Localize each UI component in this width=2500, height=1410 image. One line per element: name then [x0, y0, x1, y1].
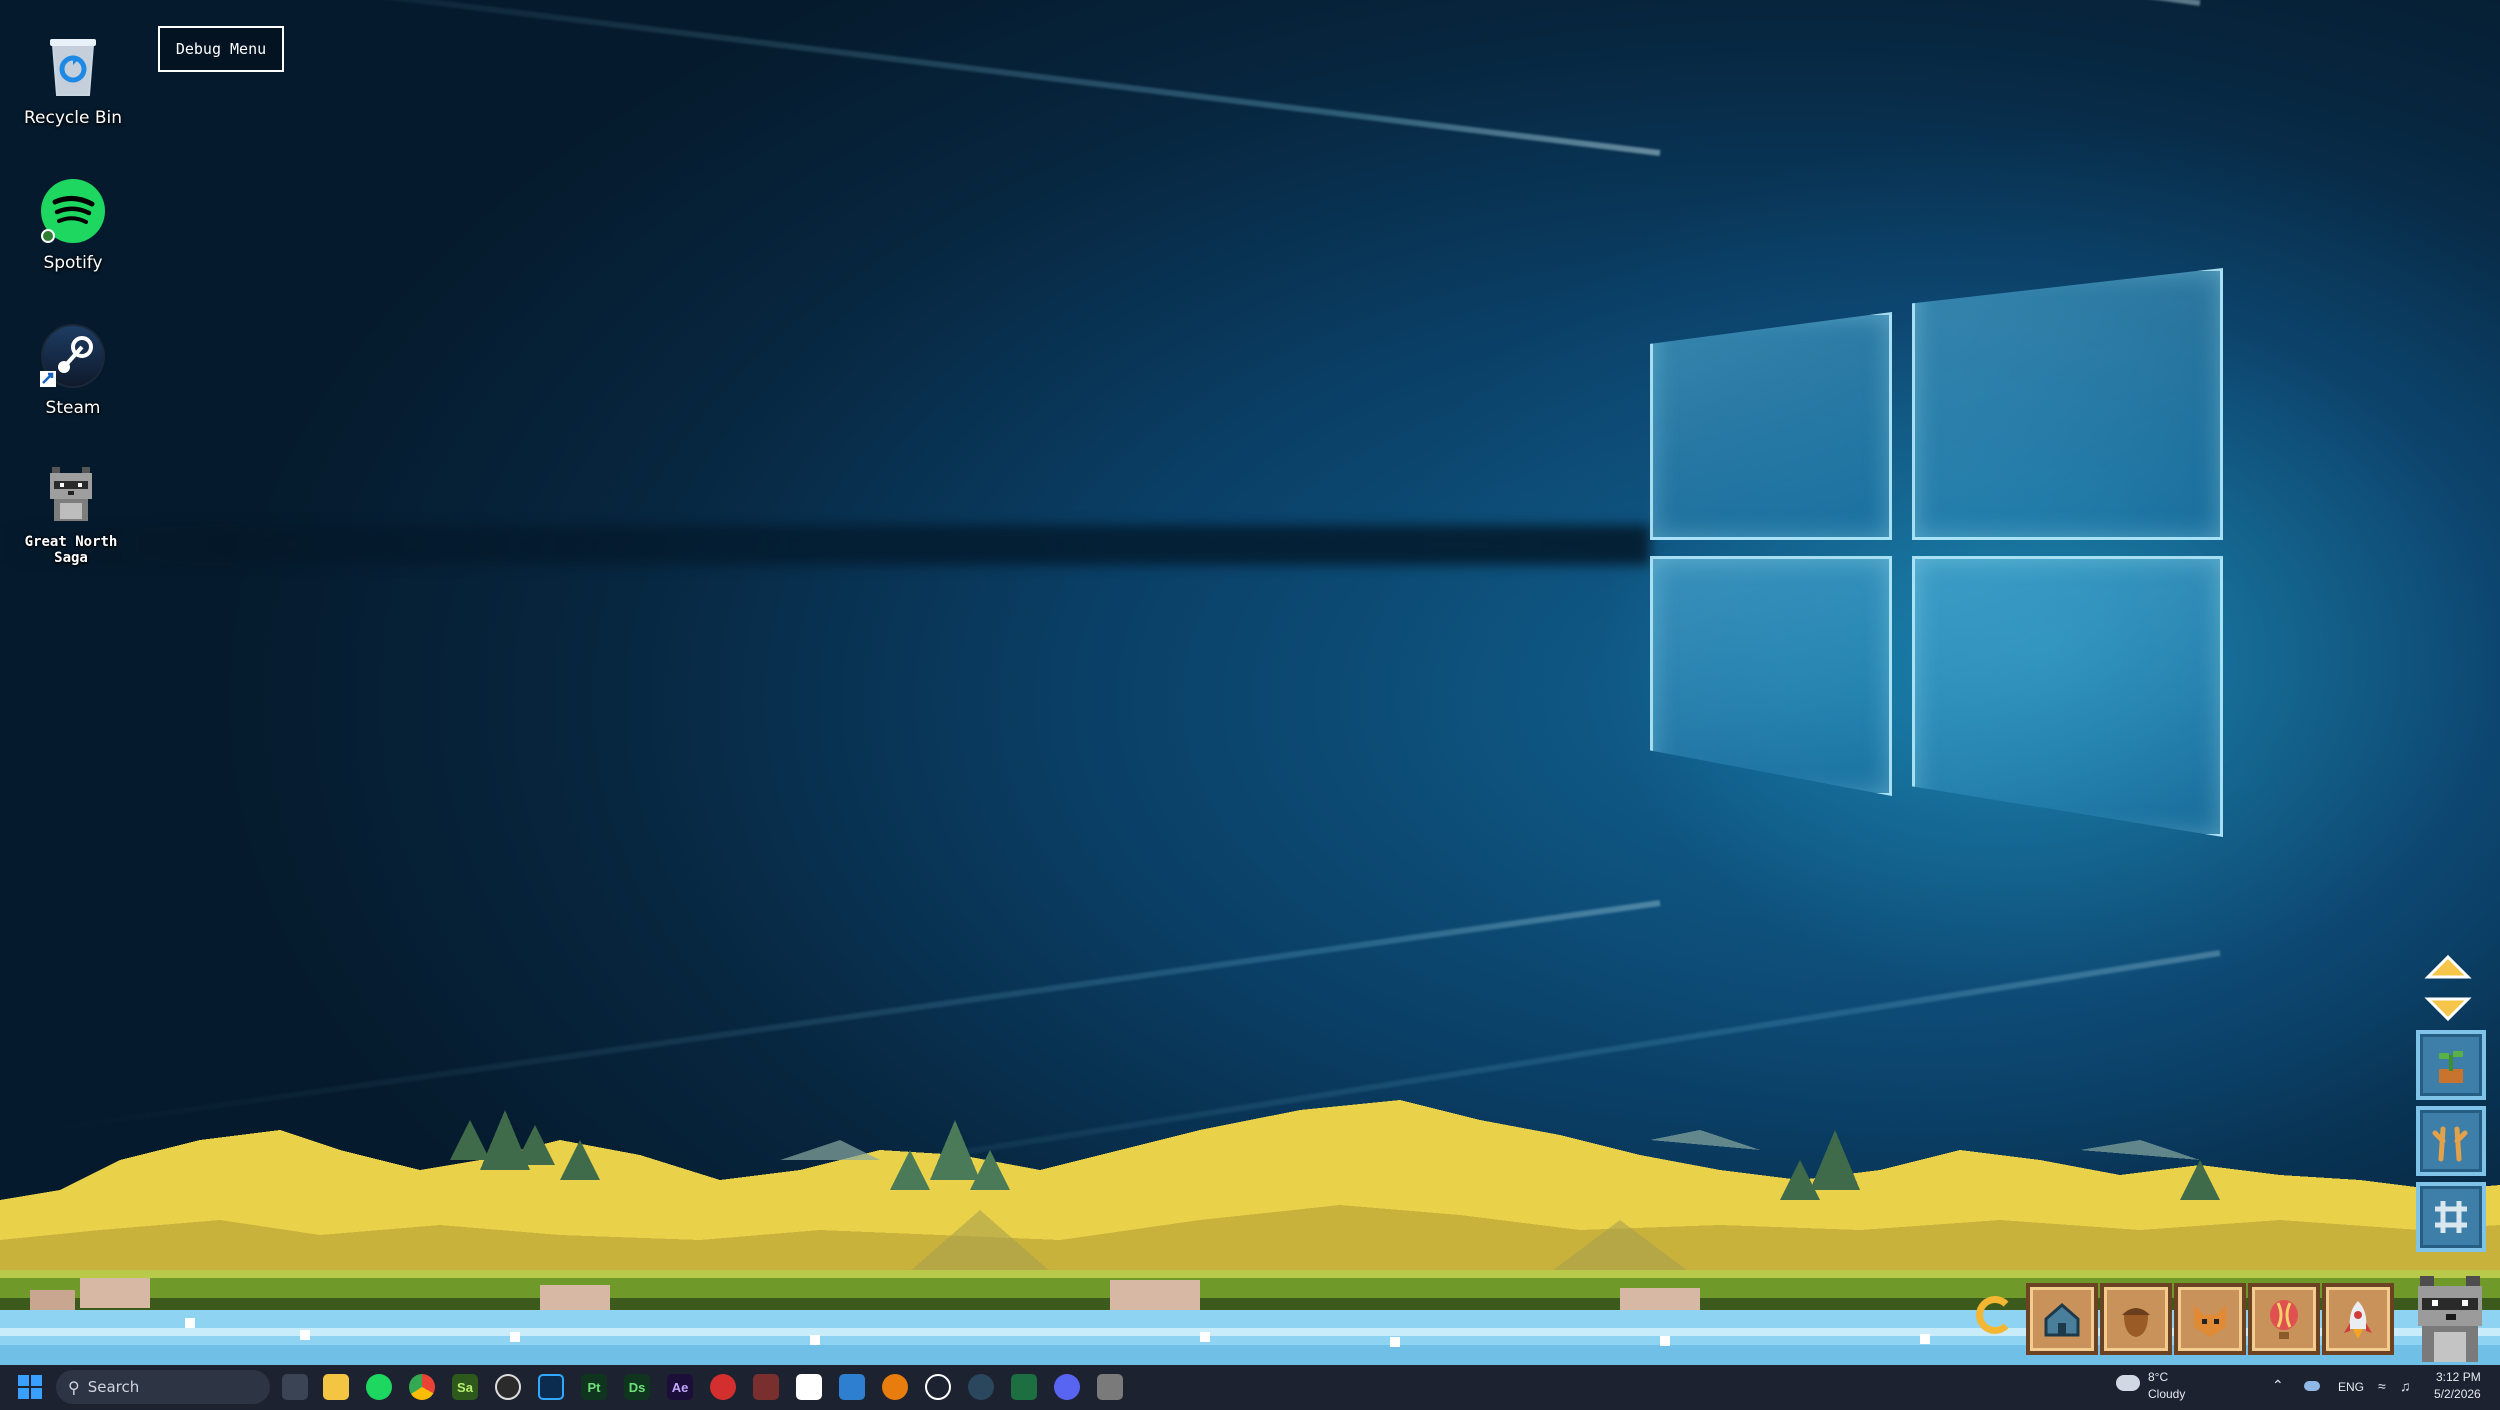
home-icon: [2044, 1303, 2080, 1337]
spotify-icon: [37, 175, 109, 247]
balloon-button[interactable]: [2248, 1283, 2320, 1355]
raccoon-icon: [35, 456, 107, 528]
desktop-icon-label: Great North Saga: [24, 534, 118, 566]
app-icon[interactable]: [753, 1374, 779, 1400]
acorn-button[interactable]: [2100, 1283, 2172, 1355]
steam-icon: [37, 320, 109, 392]
taskbar-search-box[interactable]: ⚲ Search: [56, 1370, 270, 1404]
task-view-icon[interactable]: [282, 1374, 308, 1400]
light-beam: [318, 0, 2201, 6]
desktop-icon-great-north-saga[interactable]: Great North Saga: [6, 456, 136, 566]
cloud-icon: [2116, 1375, 2140, 1391]
plant-tool-button[interactable]: [2416, 1030, 2486, 1100]
hot-air-balloon-icon: [2270, 1300, 2298, 1339]
chrome-icon[interactable]: [409, 1374, 435, 1400]
wifi-icon[interactable]: ≈: [2378, 1378, 2386, 1394]
windows-start-icon[interactable]: [18, 1375, 42, 1399]
recycle-bin-icon: [37, 30, 109, 102]
antlers-icon: [2432, 1126, 2468, 1162]
weather-temp: 8°C: [2148, 1370, 2169, 1384]
clock-date[interactable]: 5/2/2026: [2434, 1387, 2481, 1401]
wallpaper-shadow-band: [0, 525, 1650, 565]
plant-pot-icon: [2439, 1051, 2463, 1083]
desktop-icon-recycle-bin[interactable]: Recycle Bin: [8, 30, 138, 128]
vs-code-icon[interactable]: [839, 1374, 865, 1400]
loading-spinner-icon: [1976, 1296, 2014, 1334]
github-icon[interactable]: [925, 1374, 951, 1400]
designer-icon[interactable]: Ds: [624, 1374, 650, 1400]
taskbar: ⚲ Search Sa Pt Ds Ae 8°C Cloudy ⌃ ENG ≈ …: [0, 1365, 2500, 1410]
rocket-icon: [2344, 1301, 2372, 1339]
painter-icon[interactable]: Pt: [581, 1374, 607, 1400]
language-indicator[interactable]: ENG: [2338, 1380, 2364, 1394]
onedrive-icon[interactable]: [2304, 1381, 2320, 1391]
debug-menu-button[interactable]: Debug Menu: [158, 26, 284, 72]
scroll-arrows-button[interactable]: [2422, 954, 2474, 1022]
desktop-icon-spotify[interactable]: Spotify: [8, 175, 138, 273]
raccoon-icon[interactable]: [1097, 1374, 1123, 1400]
acorn-icon: [2122, 1308, 2150, 1337]
desktop-icon-label: Recycle Bin: [23, 108, 122, 128]
rocket-button[interactable]: [2322, 1283, 2394, 1355]
desktop-icon-label: Spotify: [43, 253, 103, 273]
vpn-icon[interactable]: [710, 1374, 736, 1400]
steam-icon[interactable]: [968, 1374, 994, 1400]
search-placeholder: Search: [87, 1378, 140, 1396]
photoshop-icon[interactable]: [538, 1374, 564, 1400]
spotify-icon[interactable]: [366, 1374, 392, 1400]
after-effects-icon[interactable]: Ae: [667, 1374, 693, 1400]
clock-time[interactable]: 3:12 PM: [2436, 1370, 2481, 1384]
windows-logo-pane: [1650, 312, 1892, 540]
raccoon-icon: [2418, 1276, 2482, 1362]
weather-condition: Cloudy: [2148, 1387, 2186, 1401]
substance-icon[interactable]: Sa: [452, 1374, 478, 1400]
desktop-icon-label: Steam: [45, 398, 101, 418]
windows-logo-pane: [1912, 268, 2223, 540]
scroll-arrows-icon: [2424, 954, 2472, 1022]
antlers-tool-button[interactable]: [2416, 1106, 2486, 1176]
fox-icon: [2194, 1305, 2226, 1337]
volume-icon[interactable]: ♫: [2400, 1378, 2411, 1394]
blender-icon[interactable]: [882, 1374, 908, 1400]
grid-icon: [2435, 1201, 2467, 1233]
discord-icon[interactable]: [1054, 1374, 1080, 1400]
windows-logo-pane: [1912, 556, 2223, 837]
light-beam: [111, 0, 1661, 156]
rider-icon[interactable]: [796, 1374, 822, 1400]
obs-icon[interactable]: [495, 1374, 521, 1400]
raccoon-character[interactable]: [2410, 1270, 2492, 1362]
chevron-up-icon[interactable]: ⌃: [2272, 1377, 2284, 1394]
file-explorer-icon[interactable]: [323, 1374, 349, 1400]
grid-tool-button[interactable]: [2416, 1182, 2486, 1252]
desktop-icon-steam[interactable]: Steam: [8, 320, 138, 418]
excel-icon[interactable]: [1011, 1374, 1037, 1400]
home-button[interactable]: [2026, 1283, 2098, 1355]
search-icon: ⚲: [68, 1377, 80, 1397]
windows-logo-pane: [1650, 556, 1892, 796]
fox-button[interactable]: [2174, 1283, 2246, 1355]
